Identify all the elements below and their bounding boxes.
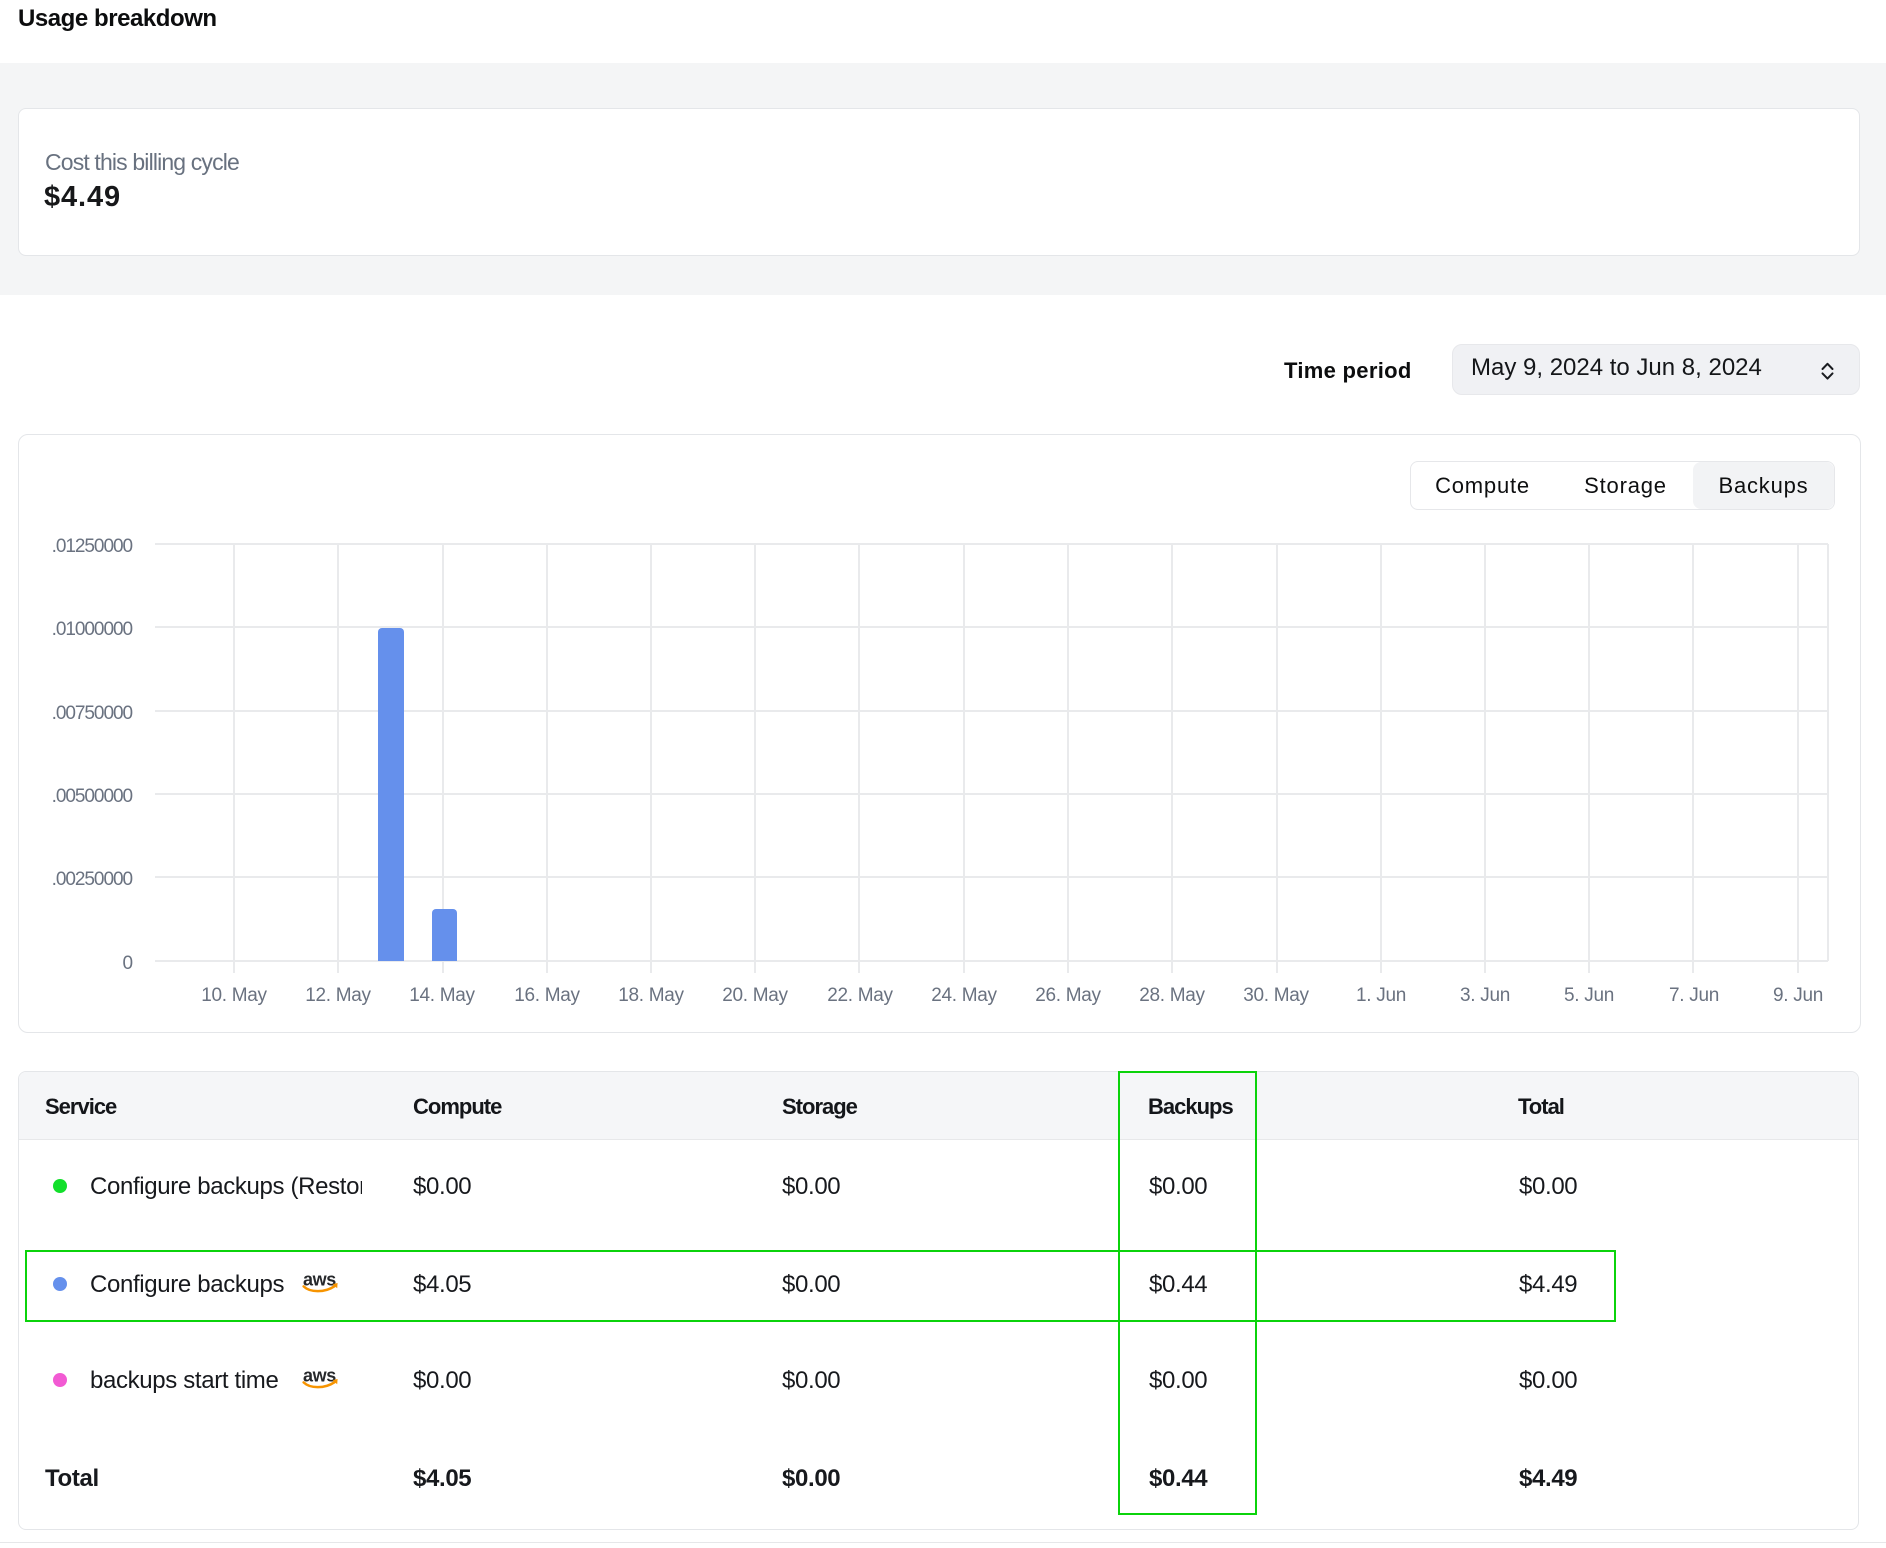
svg-text:aws: aws <box>303 1367 336 1385</box>
